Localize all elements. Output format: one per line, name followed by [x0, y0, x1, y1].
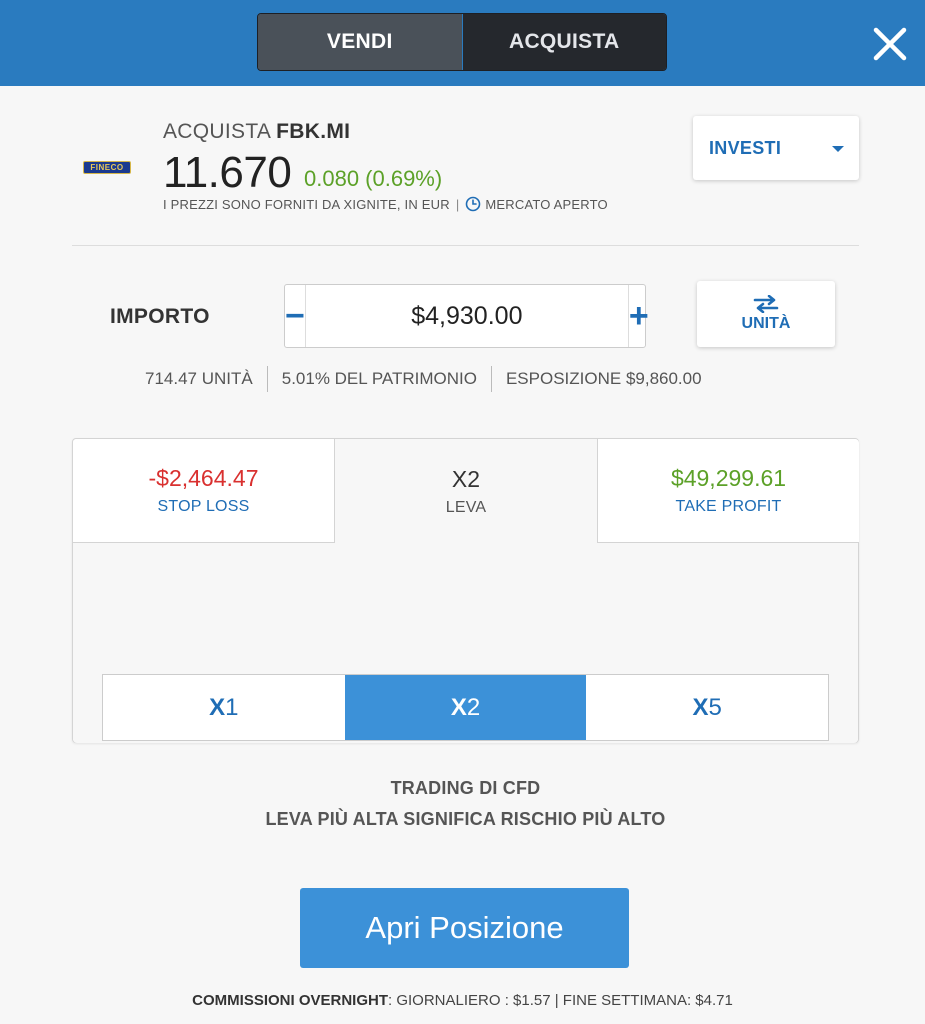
leverage-option-number: 5: [708, 693, 722, 721]
take-profit-label: TAKE PROFIT: [675, 498, 782, 515]
invest-dropdown-label: INVESTI: [709, 137, 782, 158]
take-profit-value: $49,299.61: [670, 465, 787, 491]
swap-arrows-icon: [753, 295, 779, 313]
chevron-down-icon: [832, 146, 844, 152]
leverage-selector: X1 X2 X5: [102, 674, 829, 741]
units-stat: 714.47 UNITÀ: [145, 369, 253, 388]
leverage-option-prefix: X: [692, 693, 709, 721]
source-text: I PREZZI SONO FORNITI DA XIGNITE, IN EUR: [163, 196, 450, 212]
overnight-fees-title: COMMISSIONI OVERNIGHT: [192, 992, 388, 1009]
header-divider: [72, 245, 859, 246]
overnight-fees-details: : GIORNALIERO : $1.57 | FINE SETTIMANA: …: [388, 992, 733, 1009]
decrease-amount-button[interactable]: −: [285, 285, 306, 347]
leverage-value: X2: [451, 465, 481, 492]
leverage-tab[interactable]: X2 LEVA: [335, 439, 597, 543]
market-status: MERCATO APERTO: [485, 196, 608, 212]
amount-input[interactable]: [305, 285, 628, 347]
amount-stepper: − +: [284, 284, 649, 348]
stat-separator: [266, 366, 268, 392]
price-change: 0.080 (0.69%): [304, 166, 443, 191]
open-position-button[interactable]: Apri Posizione: [300, 888, 629, 968]
leverage-option-x1[interactable]: X1: [103, 675, 345, 740]
leverage-option-number: 1: [225, 693, 239, 721]
stop-loss-value: -$2,464.47: [148, 465, 259, 491]
instrument-symbol: FBK.MI: [276, 120, 351, 143]
overnight-fees: COMMISSIONI OVERNIGHT: GIORNALIERO : $1.…: [0, 992, 925, 1009]
instrument-price: 11.670: [163, 148, 292, 197]
instrument-logo: FINECO: [83, 161, 131, 174]
leverage-option-prefix: X: [450, 693, 467, 721]
sell-tab[interactable]: VENDI: [258, 14, 463, 70]
stop-loss-label: STOP LOSS: [157, 498, 250, 515]
take-profit-tab[interactable]: $49,299.61 TAKE PROFIT: [597, 439, 859, 542]
price-source-note: I PREZZI SONO FORNITI DA XIGNITE, IN EUR…: [163, 196, 608, 212]
leverage-option-number: 2: [466, 693, 481, 721]
leverage-option-x5[interactable]: X5: [586, 675, 828, 740]
invest-dropdown[interactable]: INVESTI: [693, 116, 859, 180]
close-icon[interactable]: [872, 26, 908, 62]
leverage-label: LEVA: [445, 498, 487, 516]
exposure-stat: ESPOSIZIONE $9,860.00: [505, 369, 702, 388]
sell-buy-toggle: VENDI ACQUISTA: [257, 13, 667, 71]
buy-tab[interactable]: ACQUISTA: [462, 14, 666, 70]
units-toggle-button[interactable]: UNITÀ: [697, 281, 835, 347]
risk-panel: -$2,464.47 STOP LOSS X2 LEVA $49,299.61 …: [72, 438, 859, 829]
cfd-warning: TRADING DI CFD LEVA PIÙ ALTA SIGNIFICA R…: [73, 773, 858, 835]
leverage-option-prefix: X: [209, 693, 226, 721]
stat-separator: [490, 366, 492, 392]
equity-stat: 5.01% DEL PATRIMONIO: [281, 369, 477, 388]
stop-loss-tab[interactable]: -$2,464.47 STOP LOSS: [73, 439, 335, 542]
cfd-warning-text: LEVA PIÙ ALTA SIGNIFICA RISCHIO PIÙ ALTO: [265, 809, 666, 829]
note-separator: |: [455, 196, 460, 212]
instrument-action: ACQUISTA: [163, 120, 271, 143]
leverage-option-x2[interactable]: X2: [344, 675, 587, 740]
top-bar: VENDI ACQUISTA: [0, 0, 925, 86]
amount-label: IMPORTO: [110, 305, 210, 328]
cfd-warning-title: TRADING DI CFD: [390, 778, 541, 798]
clock-icon: [466, 196, 481, 212]
amount-stats: 714.47 UNITÀ 5.01% DEL PATRIMONIO ESPOSI…: [145, 366, 702, 392]
instrument-title: ACQUISTA FBK.MI: [163, 120, 350, 144]
leverage-section: X1 X2 X5 TRADING DI CFD LEVA PIÙ ALTA SI…: [73, 542, 858, 829]
increase-amount-button[interactable]: +: [627, 285, 649, 347]
units-toggle-label: UNITÀ: [741, 315, 791, 332]
